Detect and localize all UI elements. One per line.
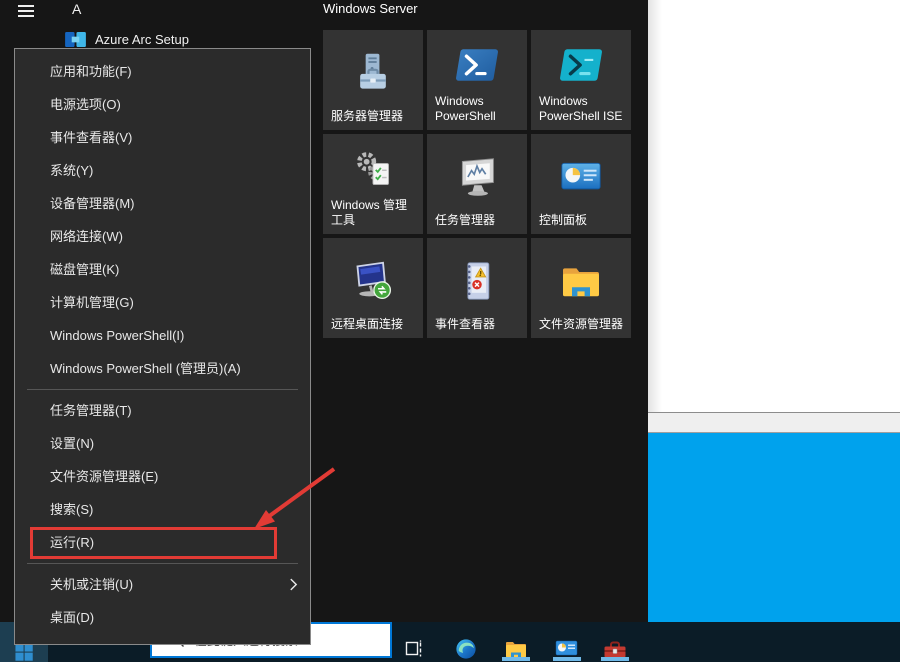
menu-separator bbox=[27, 563, 298, 564]
tile-group-title: Windows Server bbox=[323, 1, 418, 16]
menu-item-apps-features[interactable]: 应用和功能(F) bbox=[15, 55, 310, 88]
control-panel-taskbar-button[interactable] bbox=[555, 622, 578, 662]
tile-label: 远程桌面连接 bbox=[323, 317, 423, 338]
edge-taskbar-button[interactable] bbox=[455, 622, 477, 662]
microsoft-edge-icon bbox=[455, 638, 477, 660]
menu-item-system[interactable]: 系统(Y) bbox=[15, 154, 310, 187]
open-app-indicator bbox=[601, 657, 629, 661]
desktop-wallpaper bbox=[648, 433, 900, 622]
tile-windows-powershell-ise[interactable]: Windows PowerShell ISE bbox=[531, 30, 631, 130]
powershell-icon bbox=[456, 48, 498, 82]
control-panel-icon bbox=[555, 640, 578, 657]
screen: A Azure Arc Setup Windows Server bbox=[0, 0, 900, 662]
tile-label: Windows PowerShell bbox=[427, 94, 527, 130]
chevron-right-icon bbox=[289, 577, 298, 592]
menu-separator bbox=[27, 389, 298, 390]
background-window bbox=[648, 0, 900, 412]
tile-label: 任务管理器 bbox=[427, 213, 527, 234]
task-view-button[interactable] bbox=[404, 622, 424, 662]
tile-control-panel[interactable]: 控制面板 bbox=[531, 134, 631, 234]
app-list-item-label: Azure Arc Setup bbox=[95, 32, 189, 47]
menu-item-task-manager[interactable]: 任务管理器(T) bbox=[15, 394, 310, 427]
tile-label: 控制面板 bbox=[531, 213, 631, 234]
open-app-indicator bbox=[502, 657, 530, 661]
tile-label: Windows 管理工具 bbox=[323, 198, 423, 234]
tile-label: 服务器管理器 bbox=[323, 109, 423, 130]
menu-item-shutdown-signout[interactable]: 关机或注销(U) bbox=[15, 568, 310, 601]
menu-item-computer-management[interactable]: 计算机管理(G) bbox=[15, 286, 310, 319]
menu-item-powershell[interactable]: Windows PowerShell(I) bbox=[15, 319, 310, 352]
tile-server-manager[interactable]: 服务器管理器 bbox=[323, 30, 423, 130]
menu-item-desktop[interactable]: 桌面(D) bbox=[15, 601, 310, 634]
tile-event-viewer[interactable]: 事件查看器 bbox=[427, 238, 527, 338]
tile-windows-admin-tools[interactable]: Windows 管理工具 bbox=[323, 134, 423, 234]
menu-item-network-connections[interactable]: 网络连接(W) bbox=[15, 220, 310, 253]
file-explorer-icon bbox=[504, 639, 528, 659]
file-explorer-icon bbox=[559, 263, 603, 299]
tiles-grid: 服务器管理器 Windows PowerShell bbox=[323, 30, 631, 338]
menu-item-file-explorer[interactable]: 文件资源管理器(E) bbox=[15, 460, 310, 493]
admin-tools-icon bbox=[351, 149, 395, 189]
tile-label: 文件资源管理器 bbox=[531, 317, 631, 338]
task-manager-icon bbox=[455, 156, 499, 198]
event-viewer-icon bbox=[457, 260, 497, 302]
azure-arc-icon bbox=[64, 31, 87, 48]
remote-desktop-icon bbox=[351, 260, 395, 302]
file-explorer-taskbar-button[interactable] bbox=[504, 622, 528, 662]
window-status-strip bbox=[648, 412, 900, 433]
hamburger-menu-icon[interactable] bbox=[18, 5, 34, 17]
tile-label: Windows PowerShell ISE bbox=[531, 94, 631, 130]
menu-item-powershell-admin[interactable]: Windows PowerShell (管理员)(A) bbox=[15, 352, 310, 385]
menu-item-power-options[interactable]: 电源选项(O) bbox=[15, 88, 310, 121]
control-panel-icon bbox=[560, 161, 602, 193]
annotation-highlight-box bbox=[30, 527, 277, 559]
menu-item-device-manager[interactable]: 设备管理器(M) bbox=[15, 187, 310, 220]
tile-task-manager[interactable]: 任务管理器 bbox=[427, 134, 527, 234]
app-list-item-azure-arc[interactable]: Azure Arc Setup bbox=[64, 31, 189, 48]
menu-item-event-viewer[interactable]: 事件查看器(V) bbox=[15, 121, 310, 154]
tile-label: 事件查看器 bbox=[427, 317, 527, 338]
windows-logo-icon bbox=[15, 643, 33, 661]
menu-item-search[interactable]: 搜索(S) bbox=[15, 493, 310, 526]
admin-toolbox-taskbar-button[interactable] bbox=[603, 622, 627, 662]
task-view-icon bbox=[404, 639, 424, 659]
open-app-indicator bbox=[553, 657, 581, 661]
tile-file-explorer[interactable]: 文件资源管理器 bbox=[531, 238, 631, 338]
tile-windows-powershell[interactable]: Windows PowerShell bbox=[427, 30, 527, 130]
tile-remote-desktop[interactable]: 远程桌面连接 bbox=[323, 238, 423, 338]
toolbox-icon bbox=[603, 639, 627, 658]
menu-item-disk-management[interactable]: 磁盘管理(K) bbox=[15, 253, 310, 286]
powershell-ise-icon bbox=[560, 48, 602, 82]
menu-item-settings[interactable]: 设置(N) bbox=[15, 427, 310, 460]
server-manager-icon bbox=[351, 51, 395, 95]
app-list-section-letter[interactable]: A bbox=[72, 0, 81, 18]
